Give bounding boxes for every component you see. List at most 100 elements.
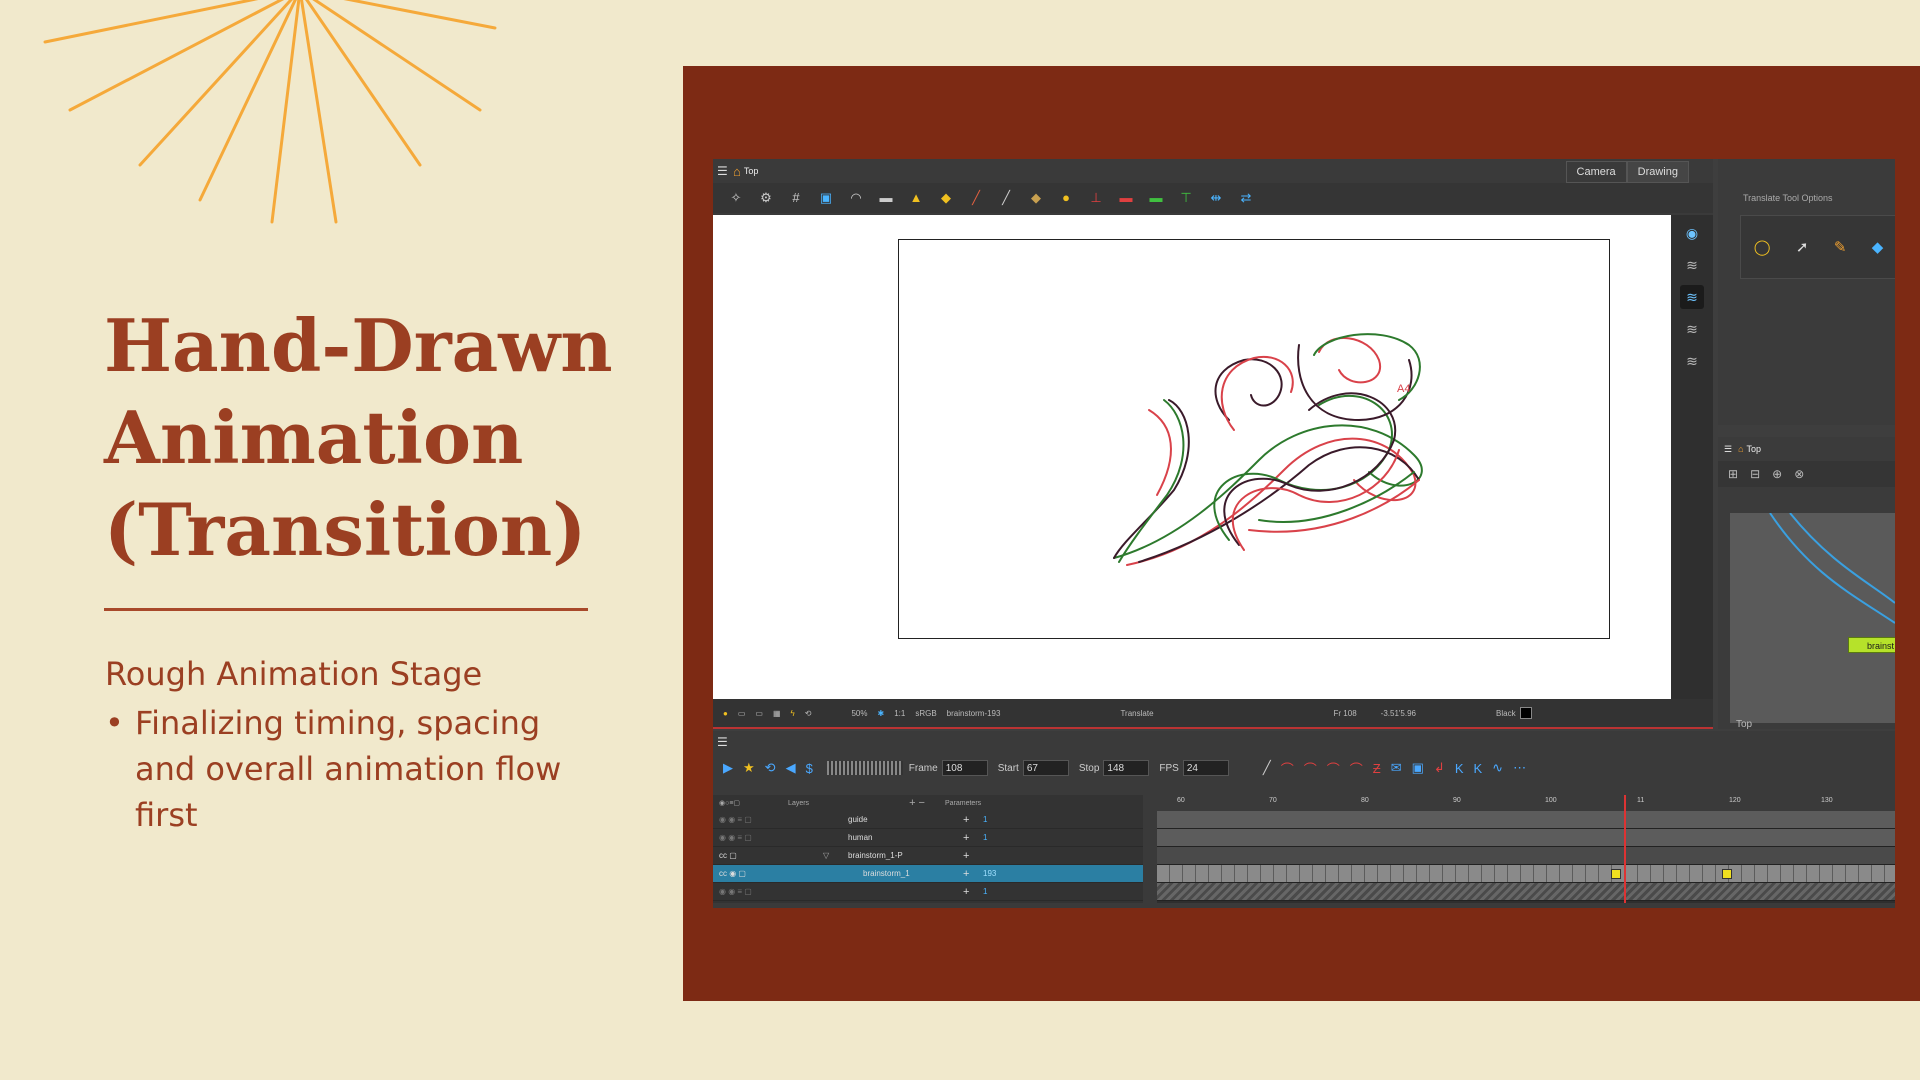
- remove-key-icon[interactable]: K: [1473, 761, 1482, 776]
- frame-row[interactable]: [1157, 829, 1895, 847]
- layer-toggles-icon[interactable]: ◉ ◉ ≡ ▢: [719, 833, 752, 842]
- home-icon[interactable]: ⌂: [733, 164, 741, 179]
- mark-key-icon[interactable]: ✉: [1391, 760, 1402, 776]
- layer-row-human[interactable]: ◉ ◉ ≡ ▢ human + 1: [713, 829, 1143, 847]
- add-key-icon[interactable]: K: [1455, 761, 1464, 776]
- layer-row-brainstorm-peg[interactable]: ϲϲ ▢ ▽ brainstorm_1-P +: [713, 847, 1143, 865]
- sound-scrub-icon[interactable]: $: [806, 761, 813, 776]
- layer-add-icon[interactable]: +: [963, 886, 969, 898]
- node-brainstorm[interactable]: brainst: [1848, 637, 1895, 653]
- layer-row-brainstorm[interactable]: ϲϲ ◉ ▢ brainstorm_1 + 193: [713, 865, 1143, 883]
- gear-icon[interactable]: ⚙: [757, 189, 775, 207]
- grid-icon[interactable]: #: [787, 189, 805, 207]
- fps-field[interactable]: 24: [1182, 760, 1229, 776]
- motion-path-icon[interactable]: ∿: [1492, 760, 1503, 776]
- layers-stack-icon[interactable]: ≋: [1680, 349, 1704, 373]
- layer-toggles-icon[interactable]: ◉ ◉ ≡ ▢: [719, 887, 752, 896]
- keyframe-marker[interactable]: [1611, 869, 1621, 879]
- frame-field[interactable]: 108: [941, 760, 988, 776]
- safe-area-icon[interactable]: ▭: [755, 709, 763, 718]
- tween-icon[interactable]: ⌒: [1350, 759, 1363, 778]
- layer-add-icon[interactable]: +: [963, 832, 969, 844]
- layer-green-icon[interactable]: ▬: [1147, 189, 1165, 207]
- playhead[interactable]: [1624, 795, 1626, 903]
- flip-v-icon[interactable]: ⇄: [1237, 189, 1255, 207]
- node-link-icon[interactable]: ⊟: [1750, 467, 1760, 481]
- cursor-icon[interactable]: ➚: [1796, 238, 1809, 256]
- layer-add-icon[interactable]: +: [963, 868, 969, 880]
- bulb-status-icon[interactable]: ●: [723, 709, 728, 718]
- color-swatch[interactable]: [1519, 707, 1532, 719]
- stop-field[interactable]: 148: [1103, 760, 1150, 776]
- lasso-select-icon[interactable]: ◯: [1754, 238, 1771, 256]
- overlay-icon[interactable]: ▣: [817, 189, 835, 207]
- node-peg-icon[interactable]: ⊞: [1728, 467, 1738, 481]
- lock-pivot-icon[interactable]: ◆: [1872, 238, 1884, 256]
- keyframe-marker[interactable]: [1722, 869, 1732, 879]
- link-keys-icon[interactable]: ⋯: [1513, 760, 1526, 776]
- layer-add-icon[interactable]: +: [963, 814, 969, 826]
- layer-icon[interactable]: ⊥: [1087, 189, 1105, 207]
- zoom-value[interactable]: 50%: [851, 709, 867, 718]
- node-home-icon[interactable]: ⌂: [1738, 444, 1743, 454]
- layer-row-guide[interactable]: ◉ ◉ ≡ ▢ guide + 1: [713, 811, 1143, 829]
- lightning-icon[interactable]: ϟ: [791, 709, 795, 718]
- stepped-icon[interactable]: Ƶ: [1373, 761, 1381, 776]
- reset-icon[interactable]: ⟲: [805, 709, 812, 718]
- layers-icon[interactable]: ≋: [1680, 253, 1704, 277]
- ease-in-icon[interactable]: ⌒: [1304, 759, 1317, 778]
- add-layer-icon[interactable]: + −: [909, 797, 925, 809]
- speed-slider[interactable]: [826, 761, 903, 775]
- layer-row-hidden[interactable]: ◉ ◉ ≡ ▢ + 1: [713, 883, 1143, 901]
- light-table-icon[interactable]: ▬: [877, 189, 895, 207]
- lock-icon[interactable]: ▲: [907, 189, 925, 207]
- bone-icon[interactable]: ◆: [1027, 189, 1045, 207]
- sound-icon[interactable]: ◀: [786, 760, 796, 776]
- timeline-frames[interactable]: 60 70 80 90 100 11 120 130: [1157, 795, 1895, 903]
- layer-toggles-icon[interactable]: ϲϲ ◉ ▢: [719, 869, 746, 878]
- ease-out-icon[interactable]: ⌒: [1327, 759, 1340, 778]
- start-field[interactable]: 67: [1022, 760, 1069, 776]
- frame-status-icon[interactable]: ▭: [738, 709, 746, 718]
- menu-icon[interactable]: ☰: [717, 164, 733, 178]
- drawing-key-icon[interactable]: ▣: [1412, 760, 1424, 776]
- layer-toggles-icon[interactable]: ϲϲ ▢: [719, 851, 737, 860]
- bulb-icon[interactable]: ●: [1057, 189, 1075, 207]
- node-canvas[interactable]: brainst: [1730, 512, 1895, 723]
- timeline-menu-icon[interactable]: ☰: [717, 735, 728, 749]
- play-selection-icon[interactable]: ★: [743, 760, 755, 776]
- settings-status-icon[interactable]: ✱: [877, 709, 884, 718]
- insert-icon[interactable]: ↲: [1434, 760, 1445, 776]
- grid-status-icon[interactable]: ▦: [773, 709, 781, 718]
- layers-down-icon[interactable]: ≋: [1680, 317, 1704, 341]
- frame-row[interactable]: [1157, 865, 1895, 883]
- lasso-icon[interactable]: ✧: [727, 189, 745, 207]
- frame-ruler[interactable]: 60 70 80 90 100 11 120 130: [1157, 795, 1895, 811]
- pivot-icon[interactable]: ✎: [1834, 238, 1847, 256]
- drawing-canvas[interactable]: A4: [713, 215, 1671, 699]
- frame-row[interactable]: [1157, 811, 1895, 829]
- layer-red-icon[interactable]: ▬: [1117, 189, 1135, 207]
- line-tool-icon[interactable]: ╱: [1263, 760, 1271, 776]
- onion-icon[interactable]: ◠: [847, 189, 865, 207]
- visibility-all-icon[interactable]: ◉○≡▢: [719, 799, 740, 807]
- node-menu-icon[interactable]: ☰: [1724, 444, 1732, 455]
- layers-active-icon[interactable]: ≋: [1680, 285, 1704, 309]
- tab-camera[interactable]: Camera: [1565, 161, 1627, 183]
- frame-row[interactable]: [1157, 883, 1895, 901]
- tab-drawing[interactable]: Drawing: [1626, 161, 1689, 183]
- loop-icon[interactable]: ⟲: [765, 760, 776, 776]
- pencil-icon[interactable]: ╱: [997, 189, 1015, 207]
- layer-green2-icon[interactable]: ⊤: [1177, 189, 1195, 207]
- flip-h-icon[interactable]: ⇹: [1207, 189, 1225, 207]
- play-icon[interactable]: ▶: [723, 760, 733, 776]
- layer-toggles-icon[interactable]: ◉ ◉ ≡ ▢: [719, 815, 752, 824]
- node-split-icon[interactable]: ⊗: [1794, 467, 1804, 481]
- frame-row[interactable]: [1157, 847, 1895, 865]
- node-add-icon[interactable]: ⊕: [1772, 467, 1782, 481]
- brush-icon[interactable]: ╱: [967, 189, 985, 207]
- lock-all-icon[interactable]: ◆: [937, 189, 955, 207]
- layer-add-icon[interactable]: +: [963, 850, 969, 862]
- eye-icon[interactable]: ◉: [1680, 221, 1704, 245]
- ease-icon[interactable]: ⌒: [1281, 759, 1294, 778]
